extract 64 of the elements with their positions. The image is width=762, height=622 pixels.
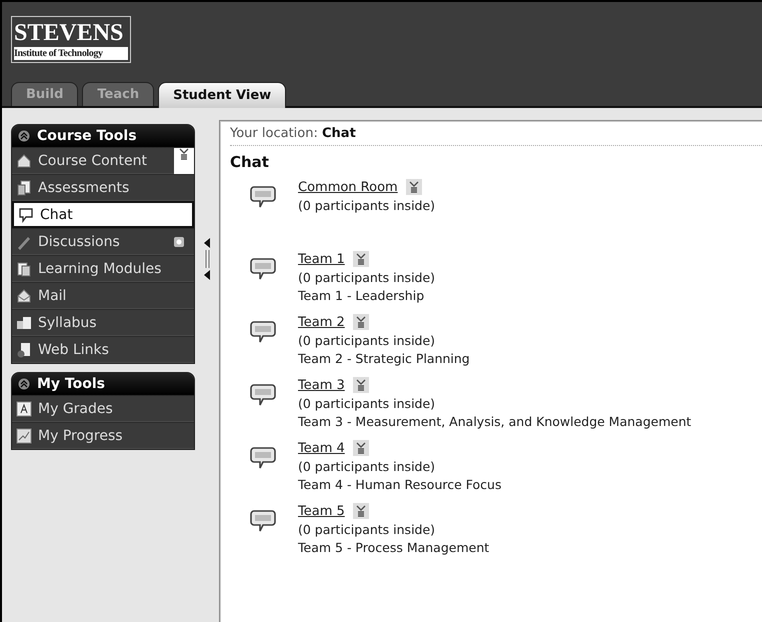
sidebar-item[interactable]: Learning Modules (12, 255, 194, 282)
documents-icon (16, 180, 32, 196)
menu-button[interactable] (352, 503, 369, 519)
chevron-icon (408, 181, 419, 193)
room-link[interactable]: Team 4 (298, 440, 345, 456)
speech-bubble-icon (250, 320, 276, 344)
chevron-icon (179, 148, 189, 160)
logo: STEVENS Institute of Technology (11, 16, 131, 63)
menu-button[interactable] (406, 179, 422, 195)
room-link[interactable]: Team 2 (298, 314, 345, 330)
envelope-icon (16, 288, 32, 304)
room-link[interactable]: Team 5 (298, 504, 345, 518)
menu-button[interactable] (352, 377, 369, 393)
sidebar-item[interactable]: My Progress (12, 422, 194, 449)
house-icon (16, 152, 32, 168)
speech-bubble-icon (250, 509, 276, 533)
pages-icon (16, 260, 32, 276)
chevron-icon (356, 379, 366, 391)
speech-bubble-icon (250, 257, 276, 281)
speech-bubble-icon (250, 383, 276, 407)
collapse-icon[interactable] (18, 378, 30, 390)
book-icon (16, 314, 32, 330)
collapse-icon[interactable] (18, 130, 30, 142)
chat-icon (18, 206, 34, 222)
room-description: Team 3 - Measurement, Analysis, and Knowledge Management (298, 414, 692, 429)
room-description: Team 1 - Leadership (298, 288, 426, 303)
chevron-icon (356, 316, 366, 328)
participant-count: (0 participants inside) (298, 198, 436, 213)
room-description: Team 4 - Human Resource Focus (298, 477, 502, 492)
sidebar-item[interactable]: Course Content (12, 147, 194, 174)
breadcrumb: Your location: Chat (230, 126, 356, 140)
splitter-handle[interactable] (203, 236, 211, 282)
room-link[interactable]: Team 3 (298, 378, 345, 392)
participant-count: (0 participants inside) (298, 522, 436, 537)
sidebar-item[interactable]: Discussions (12, 228, 194, 255)
sidebar-item[interactable]: Web Links (12, 336, 194, 363)
room-link[interactable]: Common Room (298, 180, 398, 194)
participant-count: (0 participants inside) (298, 459, 436, 474)
sidebar-item[interactable]: My Grades (12, 395, 194, 422)
speech-bubble-icon (250, 446, 276, 470)
room-description: Team 5 - Process Management (298, 540, 490, 555)
tab[interactable]: Student View (158, 82, 286, 108)
page-title: Chat (230, 153, 270, 171)
participant-count: (0 participants inside) (298, 270, 436, 285)
chart-icon (16, 428, 32, 444)
sidebar-item[interactable]: Chat (12, 201, 194, 228)
menu-button[interactable] (352, 440, 369, 456)
grade-icon (16, 400, 32, 416)
room-description: Team 2 - Strategic Planning (298, 351, 470, 366)
speech-bubble-icon (250, 185, 276, 209)
menu-button[interactable] (352, 251, 369, 267)
panel-title: My Tools (37, 376, 105, 392)
panel-title: Course Tools (37, 128, 137, 144)
participant-count: (0 participants inside) (298, 396, 436, 411)
sidebar-item[interactable]: Syllabus (12, 309, 194, 336)
participant-count: (0 participants inside) (298, 333, 436, 348)
room-link[interactable]: Team 1 (298, 252, 345, 266)
chevron-icon (356, 253, 366, 265)
page-icon (16, 342, 32, 358)
sidebar-item[interactable]: Mail (12, 282, 194, 309)
chevron-icon (356, 442, 366, 454)
chevron-icon (356, 505, 366, 517)
expand-button[interactable] (174, 148, 194, 174)
menu-button[interactable] (352, 314, 369, 330)
